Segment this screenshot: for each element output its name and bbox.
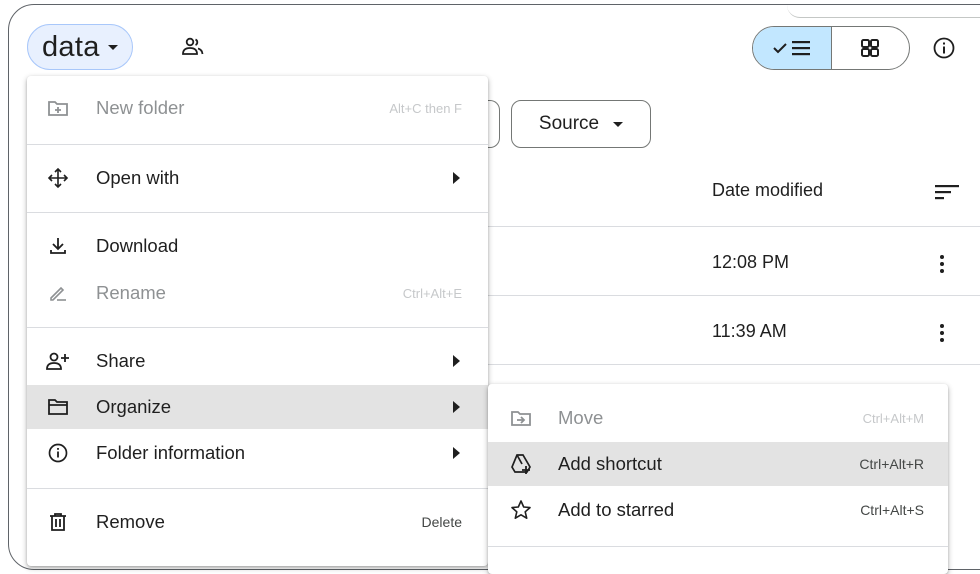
menu-item-new-folder[interactable]: New folder Alt+C then F <box>27 86 488 130</box>
menu-item-open-with[interactable]: Open with <box>27 156 488 200</box>
menu-item-folder-information[interactable]: Folder information <box>27 431 488 475</box>
chevron-down-icon <box>613 121 624 127</box>
more-options-icon[interactable] <box>935 253 949 275</box>
check-list-icon <box>773 41 810 56</box>
star-icon <box>509 498 533 522</box>
menu-item-remove[interactable]: Remove Delete <box>27 500 488 544</box>
row-divider <box>488 364 980 365</box>
menu-item-download[interactable]: Download <box>27 224 488 268</box>
row-date-2: 11:39 AM <box>712 321 787 341</box>
context-menu: New folder Alt+C then F Open with Downlo… <box>27 76 488 566</box>
folder-title-chip[interactable]: data <box>27 24 133 70</box>
sort-icon[interactable] <box>934 182 960 202</box>
folder-name: data <box>42 30 100 63</box>
grid-view-button[interactable] <box>832 27 910 69</box>
menu-item-move[interactable]: Move Ctrl+Alt+M <box>488 396 948 440</box>
organize-folder-icon <box>46 395 70 419</box>
source-filter-label: Source <box>538 113 600 134</box>
list-view-button[interactable] <box>753 27 832 69</box>
row-date-1: 12:08 PM <box>712 252 790 272</box>
menu-divider <box>27 144 488 145</box>
download-icon <box>46 234 70 258</box>
menu-divider <box>27 327 488 328</box>
menu-divider <box>488 546 948 547</box>
open-with-icon <box>46 166 70 190</box>
chevron-right-icon <box>453 355 460 367</box>
chevron-down-icon <box>107 44 118 50</box>
menu-item-rename[interactable]: Rename Ctrl+Alt+E <box>27 271 488 315</box>
more-options-icon[interactable] <box>935 322 949 344</box>
column-header-date-modified[interactable]: Date modified <box>712 180 823 201</box>
menu-item-share[interactable]: Share <box>27 339 488 383</box>
source-filter-button[interactable]: Source <box>511 100 651 148</box>
shared-people-icon[interactable] <box>181 36 205 58</box>
chevron-right-icon <box>453 447 460 459</box>
new-folder-icon <box>46 96 70 120</box>
chevron-right-icon <box>453 172 460 184</box>
add-shortcut-icon <box>509 452 533 476</box>
view-toggle[interactable] <box>752 26 910 70</box>
share-icon <box>46 349 70 373</box>
menu-item-add-to-starred[interactable]: Add to starred Ctrl+Alt+S <box>488 488 948 532</box>
info-icon[interactable] <box>933 37 955 59</box>
rename-icon <box>46 281 70 305</box>
menu-item-organize[interactable]: Organize <box>27 385 488 429</box>
grid-icon <box>861 39 880 57</box>
menu-divider <box>27 212 488 213</box>
row-divider <box>488 295 980 296</box>
trash-icon <box>46 510 70 534</box>
window-edge <box>787 5 980 18</box>
move-icon <box>509 406 533 430</box>
menu-divider <box>27 488 488 489</box>
chevron-right-icon <box>453 401 460 413</box>
menu-item-add-shortcut[interactable]: Add shortcut Ctrl+Alt+R <box>488 442 948 486</box>
organize-submenu: Move Ctrl+Alt+M Add shortcut Ctrl+Alt+R … <box>488 384 948 574</box>
info-icon <box>46 441 70 465</box>
row-divider <box>488 226 980 227</box>
